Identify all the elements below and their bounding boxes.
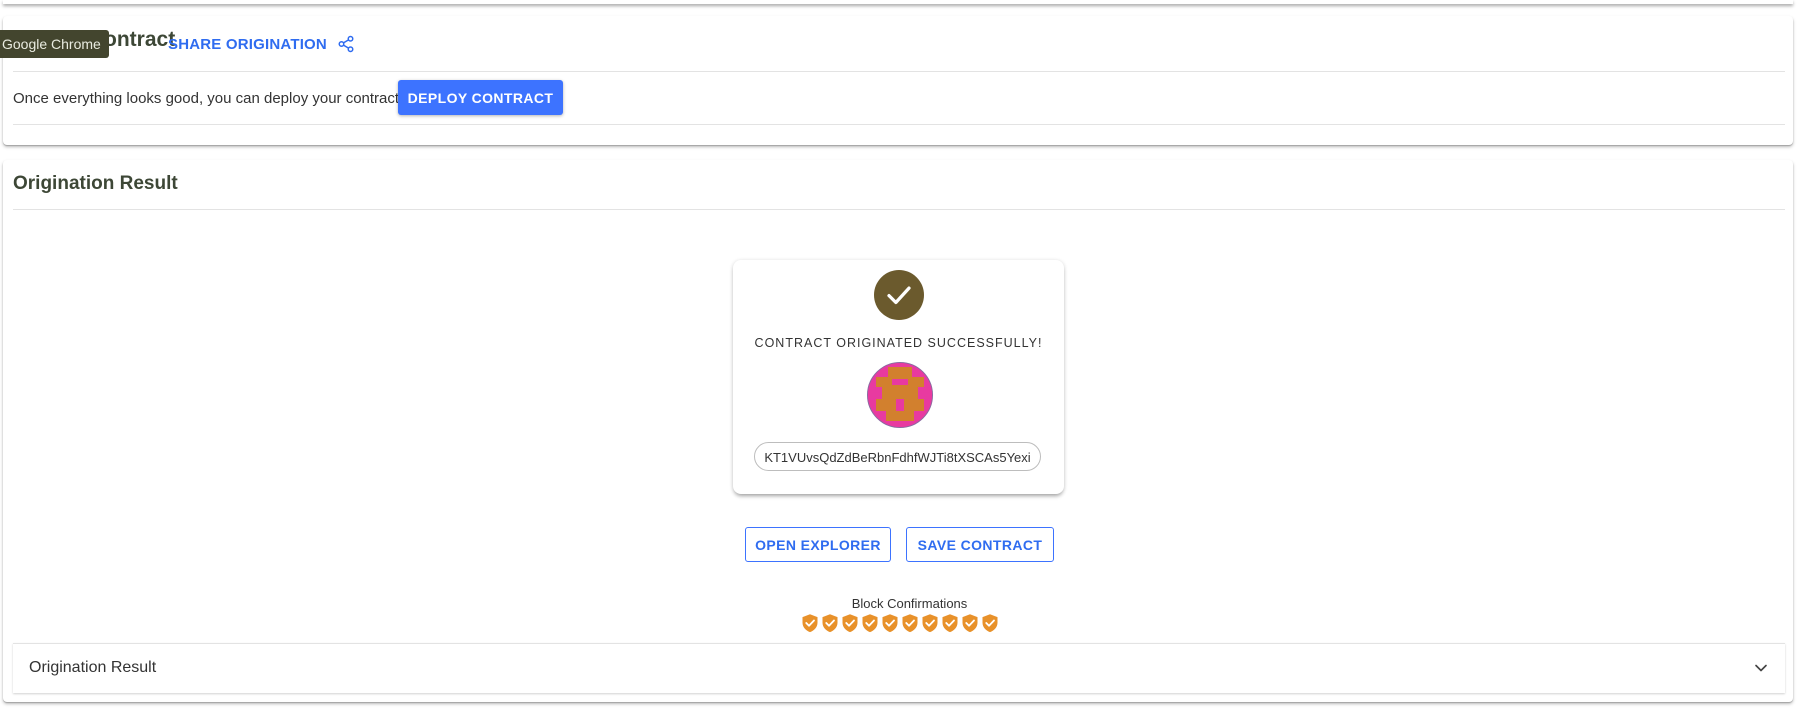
chevron-down-icon[interactable] bbox=[1751, 658, 1771, 678]
shield-check-icon bbox=[982, 614, 998, 633]
save-contract-button[interactable]: SAVE CONTRACT bbox=[906, 527, 1054, 562]
success-message: CONTRACT ORIGINATED SUCCESSFULLY! bbox=[754, 336, 1043, 350]
share-origination-label: SHARE ORIGINATION bbox=[168, 35, 327, 53]
deploy-contract-button[interactable]: DEPLOY CONTRACT bbox=[398, 80, 563, 115]
chrome-tooltip: Google Chrome bbox=[0, 30, 109, 58]
shield-check-icon bbox=[962, 614, 978, 633]
share-icon bbox=[338, 35, 354, 53]
shield-check-icon bbox=[862, 614, 878, 633]
shield-check-icon bbox=[902, 614, 918, 633]
result-divider bbox=[13, 209, 1785, 210]
checkmark-glyph bbox=[887, 286, 911, 305]
block-confirmations-label: Block Confirmations bbox=[851, 596, 968, 611]
block-confirmations-shields bbox=[800, 613, 1000, 633]
shield-check-icon bbox=[842, 614, 858, 633]
scrollbar[interactable] bbox=[1813, 0, 1819, 714]
result-section-title: Origination Result bbox=[13, 173, 178, 194]
check-circle-icon bbox=[874, 270, 924, 320]
origination-result-accordion[interactable]: Origination Result bbox=[13, 643, 1785, 693]
previous-card-edge bbox=[3, 0, 1793, 4]
accordion-title: Origination Result bbox=[29, 659, 157, 676]
open-explorer-button[interactable]: OPEN EXPLORER bbox=[745, 527, 891, 562]
share-origination-link[interactable]: SHARE ORIGINATION bbox=[168, 35, 355, 53]
contract-address-chip[interactable]: KT1VUvsQdZdBeRbnFdhfWJTi8tXSCAs5Yexi bbox=[754, 442, 1041, 471]
deploy-divider-bottom bbox=[13, 124, 1785, 125]
identicon-icon bbox=[868, 363, 932, 427]
success-panel: CONTRACT ORIGINATED SUCCESSFULLY! KT1VUv… bbox=[733, 260, 1064, 494]
deploy-divider-top bbox=[13, 71, 1785, 72]
shield-check-icon bbox=[882, 614, 898, 633]
shield-check-icon bbox=[802, 614, 818, 633]
shield-check-icon bbox=[822, 614, 838, 633]
contract-avatar bbox=[867, 362, 933, 428]
deploy-instruction: Once everything looks good, you can depl… bbox=[13, 90, 404, 107]
shield-check-icon bbox=[922, 614, 938, 633]
shield-check-icon bbox=[942, 614, 958, 633]
